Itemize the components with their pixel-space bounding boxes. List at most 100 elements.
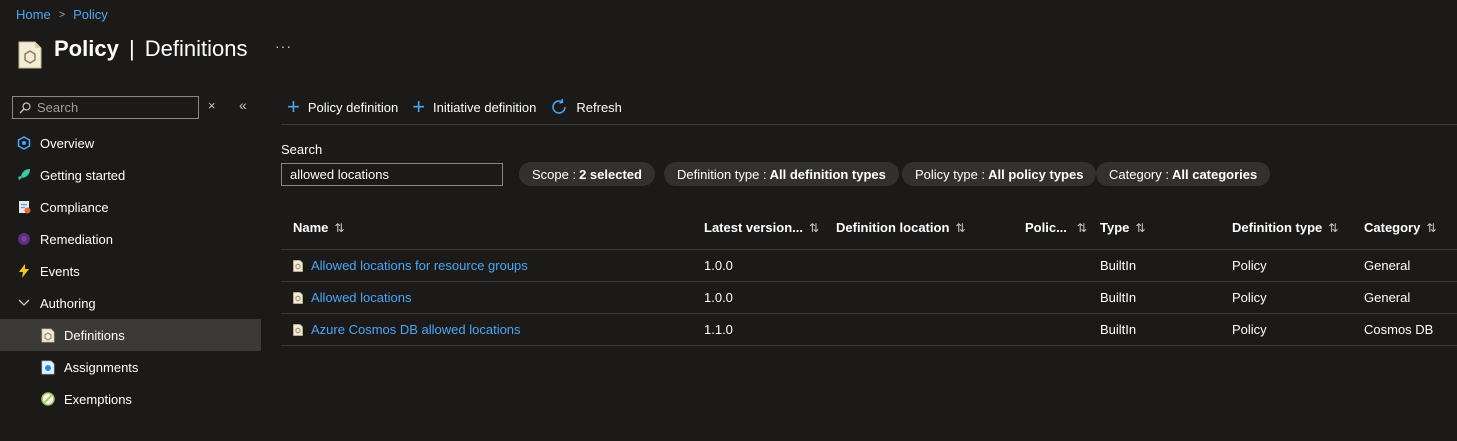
definition-link[interactable]: Allowed locations for resource groups: [311, 258, 528, 273]
search-label: Search: [281, 142, 323, 157]
breadcrumb: Home > Policy: [16, 7, 108, 22]
column-header-latest-version[interactable]: Latest version... ⇅: [704, 220, 819, 235]
column-header-label: Category: [1364, 220, 1421, 235]
scope-filter-pill[interactable]: Scope :2 selected: [519, 162, 655, 186]
definition-type-filter-pill[interactable]: Definition type : All definition types: [664, 162, 899, 186]
sort-icon: ⇅: [1135, 220, 1146, 235]
table-cell-version: 1.1.0: [704, 322, 733, 337]
breadcrumb-home-link[interactable]: Home: [16, 7, 51, 22]
definition-search-field[interactable]: [281, 163, 503, 186]
table-cell-type: BuiltIn: [1100, 322, 1137, 337]
column-header-label: Latest version...: [704, 220, 803, 235]
pill-key: Policy type :: [915, 166, 986, 182]
table-cell-type: BuiltIn: [1100, 290, 1137, 305]
definition-link[interactable]: Azure Cosmos DB allowed locations: [311, 322, 521, 337]
refresh-button[interactable]: Refresh: [550, 98, 622, 116]
overview-icon: [16, 135, 32, 151]
table-row-name-cell[interactable]: Allowed locations: [293, 290, 411, 305]
nav-item-overview[interactable]: Overview: [0, 127, 261, 159]
nav-item-compliance[interactable]: Compliance: [0, 191, 261, 223]
nav-item-authoring[interactable]: Authoring: [0, 287, 261, 319]
exemption-icon: [40, 391, 56, 407]
table-cell-type: BuiltIn: [1100, 258, 1137, 273]
definition-search-input[interactable]: [282, 164, 502, 185]
table-row-name-cell[interactable]: Azure Cosmos DB allowed locations: [293, 322, 521, 337]
nav-item-label: Assignments: [64, 359, 139, 375]
pill-value: 2 selected: [579, 166, 642, 182]
nav-search-box[interactable]: [12, 96, 199, 119]
sort-icon: ⇅: [955, 220, 966, 235]
nav-item-label: Definitions: [64, 327, 125, 343]
policy-type-filter-pill[interactable]: Policy type : All policy types: [902, 162, 1097, 186]
definition-link[interactable]: Allowed locations: [311, 290, 411, 305]
page-title-rest: Definitions: [144, 36, 248, 61]
table-row-divider: [281, 345, 1457, 346]
nav-item-label: Events: [40, 263, 80, 279]
column-header-label: Name: [293, 220, 329, 235]
pill-key: Scope :: [532, 166, 577, 182]
toolbar-divider: [281, 124, 1457, 125]
table-cell-version: 1.0.0: [704, 290, 733, 305]
definition-icon: [40, 327, 56, 343]
table-cell-category: General: [1364, 290, 1411, 305]
refresh-label: Refresh: [576, 99, 622, 115]
refresh-icon: [552, 98, 567, 114]
compliance-icon: [16, 199, 32, 215]
sort-icon: ⇅: [1328, 220, 1339, 235]
nav-item-events[interactable]: Events: [0, 255, 261, 287]
definition-icon: [293, 291, 303, 304]
nav-item-definitions[interactable]: Definitions: [0, 319, 261, 351]
plus-icon: +: [287, 94, 300, 119]
pill-key: Definition type :: [677, 166, 767, 182]
add-initiative-definition-label: Initiative definition: [433, 99, 537, 115]
add-policy-definition-button[interactable]: + Policy definition: [287, 94, 399, 119]
table-cell-category: General: [1364, 258, 1411, 273]
column-header-label: Polic...: [1025, 220, 1067, 235]
more-options-button[interactable]: ···: [275, 38, 292, 54]
add-policy-definition-label: Policy definition: [307, 99, 399, 115]
lightning-icon: [16, 263, 32, 279]
search-icon: [19, 101, 31, 113]
column-header-name[interactable]: Name ⇅: [293, 220, 344, 235]
sort-icon: ⇅: [1076, 220, 1087, 235]
nav-item-exemptions[interactable]: Exemptions: [0, 383, 261, 415]
nav-item-assignments[interactable]: Assignments: [0, 351, 261, 383]
nav-item-getting-started[interactable]: Getting started: [0, 159, 261, 191]
table-cell-definition-type: Policy: [1232, 290, 1267, 305]
definition-icon: [293, 323, 303, 336]
nav-item-label: Getting started: [40, 167, 126, 183]
sort-icon: ⇅: [334, 220, 345, 235]
pill-key: Category :: [1109, 166, 1169, 182]
table-cell-definition-type: Policy: [1232, 322, 1267, 337]
category-filter-pill[interactable]: Category : All categories: [1096, 162, 1271, 186]
breadcrumb-chevron-icon: >: [58, 8, 66, 21]
nav-item-label: Remediation: [40, 231, 113, 247]
sort-icon: ⇅: [1426, 220, 1437, 235]
rocket-icon: [16, 167, 32, 183]
clear-search-icon[interactable]: ×: [208, 98, 216, 113]
pill-value: All definition types: [769, 166, 886, 182]
table-row-divider: [281, 313, 1457, 314]
nav-item-label: Compliance: [40, 199, 109, 215]
plus-icon: +: [412, 94, 426, 119]
add-initiative-definition-button[interactable]: + Initiative definition: [412, 94, 537, 119]
remediation-icon: [16, 231, 32, 247]
column-header-label: Definition location: [836, 220, 950, 235]
column-header-category[interactable]: Category ⇅: [1364, 220, 1436, 235]
pill-value: All policy types: [988, 166, 1084, 182]
collapse-nav-icon[interactable]: «: [239, 97, 247, 113]
nav-search-input[interactable]: [37, 100, 187, 115]
sort-icon: ⇅: [808, 220, 820, 235]
column-header-policies[interactable]: Polic... ⇅: [1025, 220, 1087, 235]
table-cell-version: 1.0.0: [704, 258, 733, 273]
table-cell-category: Cosmos DB: [1364, 322, 1434, 337]
column-header-type[interactable]: Type ⇅: [1100, 220, 1145, 235]
page-title-separator: |: [128, 36, 135, 61]
table-row-name-cell[interactable]: Allowed locations for resource groups: [293, 258, 528, 273]
column-header-definition-location[interactable]: Definition location ⇅: [836, 220, 965, 235]
table-header-divider: [281, 249, 1457, 250]
nav-item-remediation[interactable]: Remediation: [0, 223, 261, 255]
column-header-definition-type[interactable]: Definition type ⇅: [1232, 220, 1338, 235]
breadcrumb-policy-link[interactable]: Policy: [73, 7, 108, 22]
pill-value: All categories: [1171, 166, 1258, 182]
